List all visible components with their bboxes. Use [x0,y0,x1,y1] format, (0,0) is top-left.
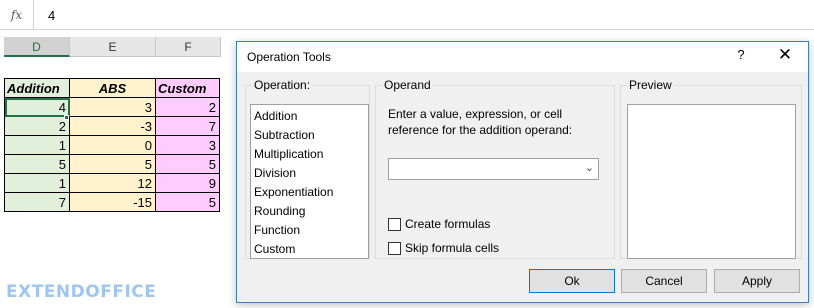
operation-item-addition[interactable]: Addition [251,107,368,126]
watermark-logo: EXTENDOFFICE [6,282,157,302]
chevron-down-icon[interactable]: ⌄ [585,161,594,174]
cell-custom[interactable]: 9 [155,173,220,193]
formula-bar: fx 4 [0,0,814,30]
column-header-f[interactable]: F [156,37,221,57]
cancel-button[interactable]: Cancel [621,269,707,293]
cell-abs[interactable]: 0 [69,135,156,155]
cell-abs[interactable]: -15 [69,192,156,212]
preview-legend: Preview [629,78,672,92]
cell-custom[interactable]: 2 [155,97,220,117]
skip-formula-cells-label: Skip formula cells [405,241,500,255]
cell-custom[interactable]: 3 [155,135,220,155]
header-addition[interactable]: Addition [4,78,70,98]
close-icon[interactable]: ✕ [773,45,797,65]
operation-legend: Operation: [254,78,311,92]
fill-handle[interactable] [64,115,69,120]
cell-abs[interactable]: 3 [69,97,156,117]
operation-list[interactable]: Addition Subtraction Multiplication Divi… [250,104,369,259]
create-formulas-label: Create formulas [405,217,491,231]
skip-formula-cells-checkbox[interactable]: Skip formula cells [388,241,499,255]
help-icon[interactable]: ? [731,47,751,62]
operation-item-division[interactable]: Division [251,164,368,183]
cell-abs[interactable]: 12 [69,173,156,193]
cell-addition[interactable]: 5 [4,154,70,174]
function-icon[interactable]: fx [0,0,34,30]
table-row: 5 5 5 [4,154,220,174]
cell-abs[interactable]: -3 [69,116,156,136]
operation-item-subtraction[interactable]: Subtraction [251,126,368,145]
header-abs[interactable]: ABS [69,78,156,98]
apply-button[interactable]: Apply [714,269,800,293]
checkbox-box[interactable] [388,241,401,255]
operation-tools-dialog: Operation Tools ? ✕ Operation: Addition … [236,41,809,303]
operation-item-multiplication[interactable]: Multiplication [251,145,368,164]
cell-custom[interactable]: 7 [155,116,220,136]
data-table: Addition ABS Custom 4 3 2 2 -3 7 1 0 3 5… [4,78,220,212]
operation-item-function[interactable]: Function [251,221,368,240]
table-row: 4 3 2 [4,97,220,117]
table-header-row: Addition ABS Custom [4,78,220,98]
cell-addition[interactable]: 1 [4,173,70,193]
dialog-titlebar[interactable]: Operation Tools ? ✕ [237,42,808,72]
cell-addition[interactable]: 7 [4,192,70,212]
table-row: 1 0 3 [4,135,220,155]
operand-prompt: Enter a value, expression, or cell refer… [388,107,573,137]
column-header-e[interactable]: E [70,37,156,57]
cell-abs[interactable]: 5 [69,154,156,174]
preview-pane [627,104,796,259]
formula-value[interactable]: 4 [48,8,55,23]
operand-combobox[interactable]: ⌄ [388,158,599,180]
operand-group: Operand Enter a value, expression, or ce… [375,78,615,259]
header-custom[interactable]: Custom [155,78,220,98]
operation-item-exponentiation[interactable]: Exponentiation [251,183,368,202]
cell-custom[interactable]: 5 [155,154,220,174]
operation-item-rounding[interactable]: Rounding [251,202,368,221]
create-formulas-checkbox[interactable]: Create formulas [388,217,490,231]
table-row: 7 -15 5 [4,192,220,212]
dialog-title: Operation Tools [247,50,331,64]
operand-legend: Operand [384,78,431,92]
preview-group: Preview [620,78,802,259]
cell-custom[interactable]: 5 [155,192,220,212]
checkbox-box[interactable] [388,217,401,231]
cell-addition[interactable]: 1 [4,135,70,155]
table-row: 2 -3 7 [4,116,220,136]
cell-addition[interactable]: 2 [4,116,70,136]
table-row: 1 12 9 [4,173,220,193]
operation-group: Operation: Addition Subtraction Multipli… [245,78,370,259]
column-header-d[interactable]: D [4,37,70,57]
cell-addition[interactable]: 4 [4,97,70,117]
ok-button[interactable]: Ok [529,269,615,293]
operation-item-custom[interactable]: Custom [251,240,368,259]
